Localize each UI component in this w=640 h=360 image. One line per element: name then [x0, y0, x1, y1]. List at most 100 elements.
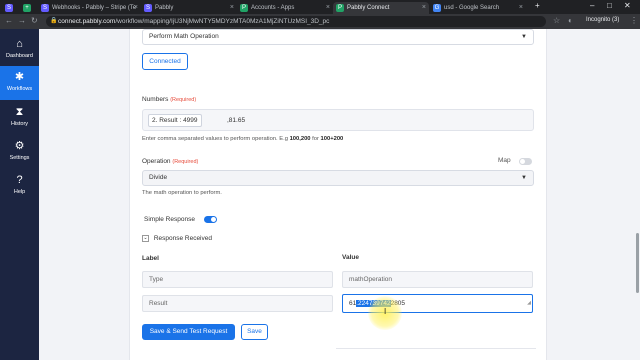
- response-received-label: Response Received: [153, 235, 212, 243]
- sheets-favicon-icon: +: [23, 4, 31, 12]
- history-icon: ⧗: [15, 106, 24, 118]
- incognito-icon: ◐: [568, 16, 573, 25]
- back-icon[interactable]: ←: [5, 16, 13, 25]
- sidebar-item-help[interactable]: ? Help: [0, 169, 39, 203]
- response-row-value: mathOperation: [342, 271, 533, 288]
- tab-google-search[interactable]: G usd - Google Search ×: [430, 2, 526, 14]
- gear-icon: ⚙: [14, 140, 25, 152]
- url-field[interactable]: 🔒 connect.pabbly.com/workflow/mapping/Ij…: [46, 16, 546, 27]
- connected-button[interactable]: Connected: [142, 53, 188, 70]
- help-icon: ?: [16, 174, 23, 186]
- divider: [336, 348, 536, 349]
- close-tab-icon[interactable]: ×: [134, 2, 138, 14]
- numbers-hint-example-2: 100+200: [320, 136, 344, 142]
- tab-label: Webhooks - Pabbly – Stripe (Te: [52, 5, 137, 11]
- map-toggle[interactable]: [519, 158, 532, 165]
- operation-value: Divide: [149, 174, 168, 181]
- reload-icon[interactable]: ↻: [31, 16, 38, 25]
- sidebar-item-history[interactable]: ⧗ History: [0, 101, 39, 135]
- response-received-toggle[interactable]: ⌄ Response Received: [142, 235, 212, 242]
- response-row-label: Result: [142, 295, 333, 312]
- numbers-hint-example-1: 100,200: [289, 136, 311, 142]
- close-tab-icon[interactable]: ×: [326, 2, 330, 14]
- close-tab-icon[interactable]: ×: [422, 2, 426, 14]
- tab-pabbly-connect[interactable]: P Pabbly Connect ×: [333, 2, 429, 14]
- caret-down-icon: ▼: [521, 34, 527, 40]
- new-tab-icon[interactable]: +: [535, 1, 540, 10]
- pabbly-favicon-icon: P: [336, 4, 344, 12]
- sidebar-item-workflows[interactable]: ✱ Workflows: [0, 66, 39, 100]
- sidebar: ⌂ Dashboard ✱ Workflows ⧗ History ⚙ Sett…: [0, 29, 39, 360]
- numbers-label: Numbers (Required): [142, 96, 196, 103]
- tab-accounts[interactable]: P Accounts - Apps ×: [237, 2, 333, 14]
- sidebar-item-label: Settings: [9, 155, 30, 161]
- google-favicon-icon: G: [433, 4, 441, 12]
- action-event-value: Perform Math Operation: [149, 33, 219, 40]
- required-marker: (Required): [172, 159, 199, 165]
- action-config-panel: Perform Math Operation ▼ Connected Numbe…: [129, 29, 547, 360]
- caret-down-icon: ▼: [521, 175, 527, 181]
- operation-hint: The math operation to perform.: [142, 190, 222, 196]
- close-window-icon[interactable]: ✕: [624, 1, 631, 10]
- stripe-favicon-icon: S: [41, 4, 49, 12]
- column-header-label: Label: [142, 255, 159, 262]
- save-and-send-test-button[interactable]: Save & Send Test Request: [142, 324, 235, 340]
- numbers-hint: Enter comma separated values to perform …: [142, 136, 343, 142]
- url-path: /workflow/mapping/IjU3NjMwNTY5MDYzMTA0Mz…: [115, 18, 330, 25]
- sidebar-item-label: Workflows: [6, 86, 33, 92]
- page-scrollbar[interactable]: [636, 233, 639, 293]
- toggle-knob: [520, 159, 525, 164]
- numbers-hint-text: Enter comma separated values to perform …: [142, 136, 290, 142]
- text-cursor-icon: I: [384, 307, 387, 316]
- incognito-label: Incognito (3): [586, 17, 620, 23]
- lock-icon: 🔒: [50, 18, 58, 24]
- simple-response-toggle[interactable]: [204, 216, 217, 223]
- operation-select[interactable]: Divide ▼: [142, 170, 534, 186]
- forward-icon[interactable]: →: [18, 16, 26, 25]
- dashboard-icon: ⌂: [16, 38, 23, 50]
- close-tab-icon[interactable]: ×: [519, 2, 523, 14]
- tab-pinned-2[interactable]: +: [20, 2, 38, 14]
- menu-icon[interactable]: ⋮: [630, 16, 638, 25]
- sidebar-item-settings[interactable]: ⚙ Settings: [0, 135, 39, 169]
- operation-label: Operation (Required): [142, 158, 198, 165]
- address-bar: ← → ↻ 🔒 connect.pabbly.com/workflow/mapp…: [0, 14, 640, 29]
- sidebar-item-dashboard[interactable]: ⌂ Dashboard: [0, 33, 39, 67]
- chevron-down-icon: ⌄: [142, 235, 149, 242]
- tab-pinned-1[interactable]: S: [2, 2, 20, 14]
- simple-response-label: Simple Response: [144, 216, 195, 223]
- column-header-value: Value: [342, 254, 359, 261]
- toggle-knob: [211, 217, 216, 222]
- tab-label: Pabbly Connect: [347, 5, 390, 11]
- numbers-input-text: ,81.65: [227, 117, 246, 124]
- tab-pabbly[interactable]: S Pabbly ×: [141, 2, 237, 14]
- sidebar-item-label: History: [10, 121, 29, 127]
- close-tab-icon[interactable]: ×: [230, 2, 234, 14]
- numbers-input[interactable]: 2. Result : 4999 ,81.65: [142, 109, 534, 131]
- maximize-icon[interactable]: □: [607, 1, 612, 10]
- response-row-label: Type: [142, 271, 333, 288]
- action-event-select[interactable]: Perform Math Operation ▼: [142, 29, 534, 45]
- stripe-favicon-icon: S: [144, 4, 152, 12]
- numbers-label-text: Numbers: [142, 96, 169, 103]
- sidebar-item-label: Dashboard: [6, 53, 33, 59]
- workflow-icon: ✱: [14, 71, 25, 83]
- tab-label: Accounts - Apps: [251, 5, 295, 11]
- url-host: connect.pabbly.com: [58, 18, 116, 25]
- tab-label: Pabbly: [155, 5, 174, 11]
- save-button[interactable]: Save: [241, 324, 268, 340]
- required-marker: (Required): [170, 97, 197, 103]
- pabbly-favicon-icon: P: [240, 4, 248, 12]
- stripe-favicon-icon: S: [5, 4, 13, 12]
- bookmark-star-icon[interactable]: ☆: [553, 16, 560, 25]
- tab-webhooks[interactable]: S Webhooks - Pabbly – Stripe (Te ×: [38, 2, 141, 14]
- tab-label: usd - Google Search: [444, 5, 500, 11]
- minimize-icon[interactable]: –: [590, 1, 594, 10]
- numbers-hint-mid: for: [310, 136, 321, 142]
- mapped-field-chip[interactable]: 2. Result : 4999: [148, 114, 202, 127]
- operation-label-text: Operation: [142, 158, 171, 165]
- map-label: Map: [498, 157, 511, 164]
- resize-handle-icon[interactable]: ◢: [527, 295, 531, 312]
- browser-tab-strip: S + S Webhooks - Pabbly – Stripe (Te × S…: [0, 0, 640, 14]
- sidebar-item-label: Help: [13, 189, 26, 195]
